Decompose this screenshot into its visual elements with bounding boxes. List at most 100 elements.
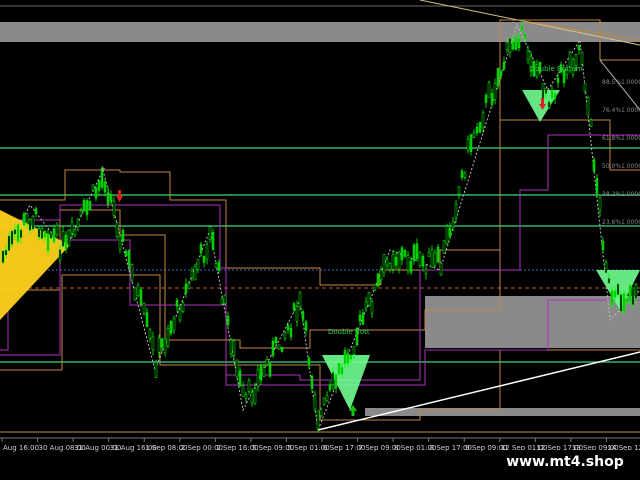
candle-body: [436, 246, 440, 263]
candle-body: [256, 369, 260, 387]
candle-body: [505, 42, 509, 51]
candle-body: [7, 235, 11, 251]
channel-upper-orange: [0, 19, 640, 286]
candle-body: [298, 292, 302, 307]
support-zone: [425, 296, 640, 348]
candle-body: [262, 367, 266, 377]
candle-body: [469, 134, 473, 152]
candle-body: [322, 397, 326, 405]
candle-body: [586, 97, 590, 116]
candle-body: [634, 283, 638, 299]
candle-body: [553, 92, 557, 99]
candle-body: [91, 184, 95, 191]
candle-body: [544, 87, 548, 94]
candle-body: [316, 410, 320, 430]
candle-body: [247, 380, 251, 392]
candle-body: [283, 332, 287, 339]
candle-body: [490, 93, 494, 105]
candle-body: [373, 283, 377, 291]
candle-body: [439, 262, 443, 275]
price-chart[interactable]: + Double Bott Double Bottom 88.5%1.00000…: [0, 0, 640, 480]
candle-body: [496, 67, 500, 87]
candle-body: [157, 337, 161, 353]
candle-body: [22, 213, 26, 226]
candle-body: [628, 284, 632, 302]
candle-body: [574, 54, 578, 66]
candle-body: [88, 201, 92, 210]
candle-body: [211, 231, 215, 250]
candle-body: [106, 192, 110, 205]
candle-body: [226, 316, 230, 326]
candle-body: [418, 252, 422, 266]
candle-body: [58, 249, 62, 261]
candle-body: [160, 338, 164, 348]
candle-body: [601, 240, 605, 251]
candle-body: [319, 409, 323, 417]
chart-window[interactable]: + Double Bott Double Bottom 88.5%1.00000…: [0, 0, 640, 480]
candle-body: [286, 325, 290, 331]
candle-body: [103, 181, 107, 193]
candle-body: [478, 122, 482, 133]
candle-body: [424, 269, 428, 274]
candle-body: [394, 256, 398, 266]
candle-body: [307, 358, 311, 366]
candle-body: [592, 159, 596, 172]
candle-body: [133, 287, 137, 301]
candle-body: [451, 221, 455, 228]
candle-body: [139, 289, 143, 305]
candle-body: [457, 186, 461, 195]
candle-body: [370, 301, 374, 314]
candle-body: [391, 254, 395, 270]
candle-body: [19, 229, 23, 238]
fib-label: 23.6%1.00000: [602, 219, 640, 226]
candle-body: [250, 392, 254, 403]
candle-body: [277, 344, 281, 350]
candle-body: [16, 224, 20, 243]
fibonacci-labels: 88.5%1.00000 76.4%1.00000 61.8%1.00000 50.0…: [602, 79, 640, 226]
candle-body: [271, 341, 275, 356]
candle-body: [1, 250, 5, 263]
candle-body: [547, 101, 551, 109]
candle-body: [610, 290, 614, 306]
fib-label: 88.5%1.00000: [602, 79, 640, 86]
fib-label: 61.8%1.00000: [602, 135, 640, 142]
candle-body: [289, 328, 293, 337]
candle-body: [508, 38, 512, 53]
candle-body: [502, 62, 506, 70]
candle-body: [175, 299, 179, 307]
candle-body: [334, 374, 338, 388]
candle-body: [379, 269, 383, 280]
candle-body: [94, 187, 98, 199]
candle-body: [154, 361, 158, 378]
time-label: Aug 16:00: [3, 444, 39, 452]
candle-body: [220, 298, 224, 305]
candle-body: [178, 309, 182, 321]
candle-body: [445, 226, 449, 244]
candle-body: [397, 251, 401, 270]
candle-body: [187, 283, 191, 289]
candle-body: [67, 230, 71, 247]
candle-body: [607, 278, 611, 284]
candle-body: [466, 139, 470, 151]
candle-body: [388, 263, 392, 270]
candle-body: [55, 225, 59, 235]
candle-body: [415, 243, 419, 260]
candle-body: [430, 249, 434, 268]
candle-body: [487, 82, 491, 98]
candle-body: [100, 170, 104, 188]
candle-body: [166, 328, 170, 347]
candle-body: [61, 230, 65, 247]
candle-body: [352, 346, 356, 355]
candle-body: [376, 273, 380, 287]
candle-body: [343, 350, 347, 365]
down-arrow-icon: [116, 190, 123, 202]
candle-body: [577, 45, 581, 51]
candle-body: [382, 254, 386, 273]
candle-body: [118, 235, 122, 250]
candle-body: [52, 228, 56, 243]
candle-body: [427, 251, 431, 257]
candle-body: [364, 301, 368, 309]
candle-body: [28, 219, 32, 231]
candle-body: [142, 303, 146, 314]
candle-body: [511, 41, 515, 50]
